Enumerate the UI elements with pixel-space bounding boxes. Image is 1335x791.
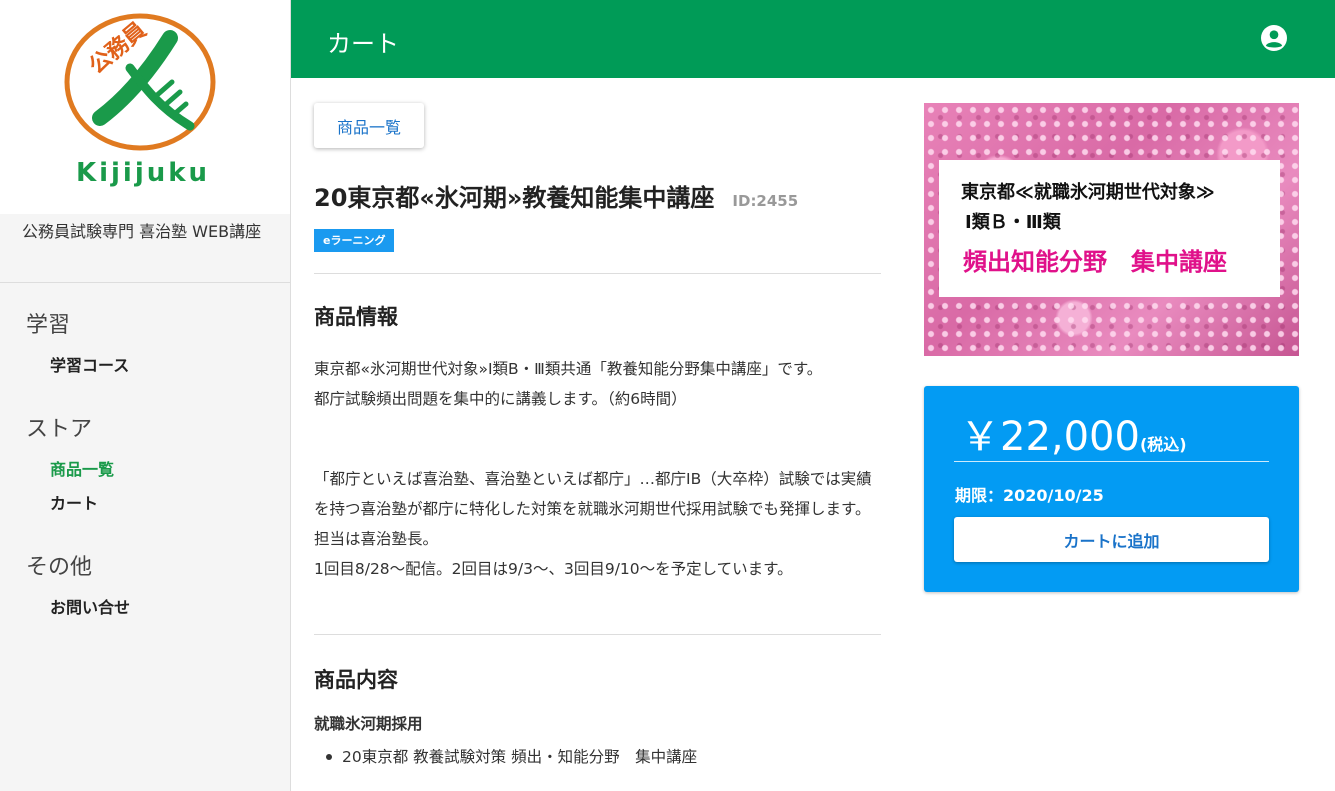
product-info-heading: 商品情報 (314, 305, 398, 329)
banner-text-box: 東京都≪就職氷河期世代対象≫ Ⅰ類Ｂ・Ⅲ類 頻出知能分野 集中講座 (939, 160, 1280, 297)
account-circle-icon[interactable] (1261, 25, 1287, 51)
product-banner-image: 東京都≪就職氷河期世代対象≫ Ⅰ類Ｂ・Ⅲ類 頻出知能分野 集中講座 (924, 103, 1299, 356)
divider (314, 634, 881, 635)
product-title: 20東京都«氷河期»教養知能集中講座 ID:2455 (314, 178, 798, 213)
logo-text: Kijijuku (75, 158, 211, 188)
sidebar-item-courses[interactable]: 学習コース (0, 349, 290, 383)
top-app-bar: カート (291, 0, 1335, 78)
info-text: 東京都«氷河期世代対象»Ⅰ類B・Ⅲ類共通「教養知能分野集中講座」です。 (314, 360, 823, 378)
price-value: ￥22,000 (960, 414, 1140, 460)
deadline: 期限：2020/10/25 (955, 486, 1104, 505)
sidebar-item-contact[interactable]: お問い合せ (0, 591, 290, 625)
info-text: 担当は喜治塾長。 (314, 530, 439, 548)
info-text: 都庁試験頻出問題を集中的に講義します。（約6時間） (314, 390, 687, 408)
content-subheading: 就職氷河期採用 (314, 715, 423, 733)
banner-line: 東京都≪就職氷河期世代対象≫ (961, 182, 1215, 203)
nav-section-other: その他 (26, 555, 93, 580)
divider (954, 461, 1269, 462)
kijijuku-logo-mark: 公務員 (64, 13, 216, 151)
banner-line: Ⅰ類Ｂ・Ⅲ類 (965, 212, 1061, 233)
price: ￥22,000(税込) (960, 404, 1187, 462)
sidebar-item-cart[interactable]: カート (0, 487, 290, 521)
product-list-button[interactable]: 商品一覧 (314, 103, 424, 148)
banner-highlight: 頻出知能分野 集中講座 (963, 248, 1227, 276)
info-text: 「都庁といえば喜治塾、喜治塾といえば都庁」…都庁ⅠB（大卒枠）試験では実績を持つ… (314, 470, 872, 518)
logo[interactable]: 公務員 Kijijuku (0, 0, 290, 214)
tax-label: (税込) (1139, 435, 1187, 454)
category-badge: eラーニング (314, 229, 395, 252)
add-to-cart-button[interactable]: カートに追加 (954, 517, 1269, 562)
page-title: カート (327, 30, 399, 58)
site-name: 公務員試験専門 喜治塾 WEB講座 (0, 214, 290, 283)
product-info-paragraph-2: 「都庁といえば喜治塾、喜治塾といえば都庁」…都庁ⅠB（大卒枠）試験では実績を持つ… (314, 464, 881, 584)
sidebar: 公務員 Kijijuku 公務員試験専門 喜治塾 WEB講座 学習 学習コース … (0, 0, 291, 791)
product-id: ID:2455 (732, 192, 799, 210)
product-content-heading: 商品内容 (314, 668, 398, 692)
divider (314, 273, 881, 274)
sidebar-item-product-list[interactable]: 商品一覧 (0, 453, 290, 487)
product-info-paragraph-1: 東京都«氷河期世代対象»Ⅰ類B・Ⅲ類共通「教養知能分野集中講座」です。 都庁試験… (314, 354, 881, 414)
price-card: ￥22,000(税込) 期限：2020/10/25 カートに追加 (924, 386, 1299, 592)
info-text: 1回目8/28～配信。2回目は9/3～、3回目9/10～を予定しています。 (314, 560, 793, 578)
content-list: 20東京都 教養試験対策 頻出・知能分野 集中講座 (326, 745, 697, 767)
nav-section-learning: 学習 (26, 313, 71, 338)
list-item: 20東京都 教養試験対策 頻出・知能分野 集中講座 (326, 745, 697, 767)
nav-section-store: ストア (26, 417, 93, 442)
product-title-text: 20東京都«氷河期»教養知能集中講座 (314, 184, 715, 212)
sidebar-nav: 学習 学習コース ストア 商品一覧 カート その他 お問い合せ (0, 283, 290, 625)
main-content: 商品一覧 20東京都«氷河期»教養知能集中講座 ID:2455 eラーニング 商品… (291, 78, 1335, 791)
